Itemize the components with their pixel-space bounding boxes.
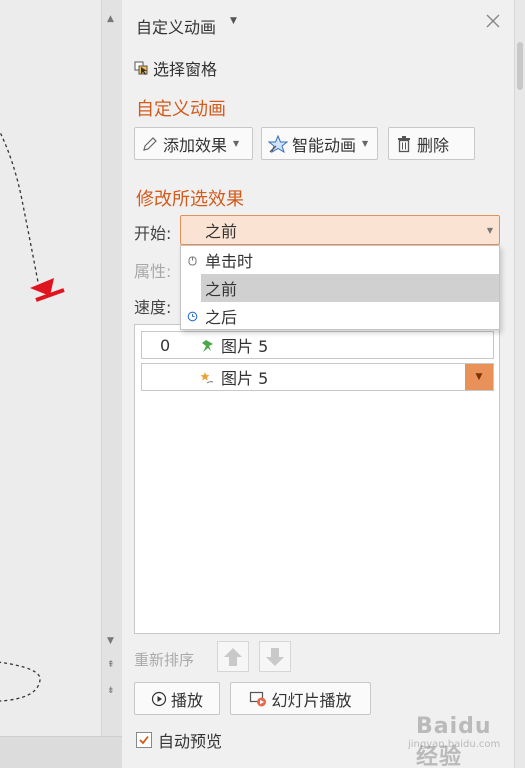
- start-label: 开始:: [134, 224, 172, 243]
- add-effect-label: 添加效果: [163, 135, 228, 155]
- add-effect-button[interactable]: 添加效果 ▼: [134, 127, 253, 160]
- animation-order: 0: [160, 335, 171, 355]
- selection-pane-icon: [134, 61, 148, 75]
- chevron-down-icon: ▼: [233, 139, 240, 148]
- arrow-down-icon: [266, 647, 284, 666]
- reorder-label: 重新排序: [134, 651, 195, 669]
- auto-preview-checkbox[interactable]: 自动预览: [136, 728, 222, 752]
- dropdown-option-with-previous[interactable]: 之前: [201, 274, 499, 302]
- checkbox-box[interactable]: [136, 732, 152, 748]
- option-label: 之前: [205, 280, 238, 299]
- select-pane-link[interactable]: 选择窗格: [134, 56, 217, 80]
- modify-effect-heading: 修改所选效果: [136, 189, 244, 210]
- play-icon: [151, 691, 167, 706]
- scrollbar-thumb[interactable]: [517, 42, 523, 90]
- trash-icon: [398, 135, 410, 152]
- select-pane-label: 选择窗格: [153, 60, 218, 79]
- move-down-button[interactable]: [259, 641, 291, 672]
- arrow-up-icon: [224, 647, 242, 666]
- list-item[interactable]: 图片 5 ▼: [141, 363, 494, 391]
- smart-animation-button[interactable]: 智能动画 ▼: [261, 127, 378, 160]
- panel-scrollbar[interactable]: [514, 0, 525, 768]
- dropdown-option-on-click[interactable]: 单击时: [181, 246, 499, 274]
- item-dropdown-button[interactable]: ▼: [465, 364, 493, 390]
- next-page-icon[interactable]: ⇟: [107, 686, 115, 696]
- delete-button[interactable]: 删除: [388, 127, 475, 160]
- start-dropdown-menu: 单击时 之前 之后: [180, 245, 500, 330]
- prev-page-icon[interactable]: ⇞: [107, 660, 115, 670]
- move-up-button[interactable]: [217, 641, 249, 672]
- scroll-down-icon[interactable]: ▼: [107, 636, 114, 646]
- slideshow-button[interactable]: 幻灯片播放: [230, 682, 371, 715]
- checkmark-icon: [139, 735, 149, 745]
- watermark-url: jingyan.baidu.com: [408, 739, 501, 750]
- canvas-scrollbar[interactable]: ▲ ▼ ⇞ ⇟: [101, 0, 122, 736]
- green-pin-effect-icon: [202, 340, 213, 352]
- mouse-click-icon: [188, 256, 197, 266]
- slide-canvas[interactable]: [0, 0, 101, 736]
- play-button[interactable]: 播放: [134, 682, 220, 715]
- motion-path: [0, 130, 39, 283]
- pencil-icon: [143, 136, 157, 151]
- chevron-down-icon: ▼: [362, 139, 369, 148]
- chevron-down-icon: ▼: [475, 372, 483, 382]
- slideshow-label: 幻灯片播放: [271, 690, 352, 710]
- start-select[interactable]: 之前 ▼: [180, 215, 500, 245]
- custom-animation-panel: 自定义动画 ▼ 选择窗格 自定义动画 添加效果 ▼ 智能动画 ▼ 删除 修改所选…: [122, 0, 514, 768]
- list-item[interactable]: 0 图片 5: [141, 331, 494, 359]
- auto-preview-label: 自动预览: [158, 732, 223, 751]
- option-label: 单击时: [205, 252, 254, 271]
- motion-path-ellipse: [0, 661, 41, 702]
- slideshow-icon: [250, 691, 267, 706]
- play-label: 播放: [170, 690, 203, 710]
- panel-title[interactable]: 自定义动画: [136, 14, 216, 38]
- chevron-down-icon[interactable]: ▼: [230, 16, 237, 26]
- smart-animation-label: 智能动画: [292, 135, 357, 155]
- animation-list[interactable]: 0 图片 5 图片 5 ▼: [134, 324, 500, 634]
- delete-label: 删除: [417, 135, 450, 155]
- custom-animation-heading: 自定义动画: [136, 99, 226, 120]
- clock-icon: [187, 311, 198, 322]
- chevron-down-icon: ▼: [486, 226, 493, 235]
- animation-name: 图片 5: [221, 337, 269, 356]
- start-select-value: 之前: [205, 222, 238, 241]
- speed-label: 速度:: [134, 298, 172, 317]
- animation-name: 图片 5: [221, 369, 269, 388]
- property-label: 属性:: [134, 262, 172, 281]
- close-icon[interactable]: [484, 12, 502, 30]
- status-bar: [0, 736, 122, 768]
- star-magic-icon: [268, 134, 288, 153]
- dropdown-option-after-previous[interactable]: 之后: [181, 302, 499, 330]
- option-label: 之后: [205, 308, 238, 327]
- watermark: Baidu经验 jingyan.baidu.com: [402, 712, 506, 768]
- orange-star-effect-icon: [200, 372, 214, 384]
- scroll-up-icon[interactable]: ▲: [107, 14, 114, 24]
